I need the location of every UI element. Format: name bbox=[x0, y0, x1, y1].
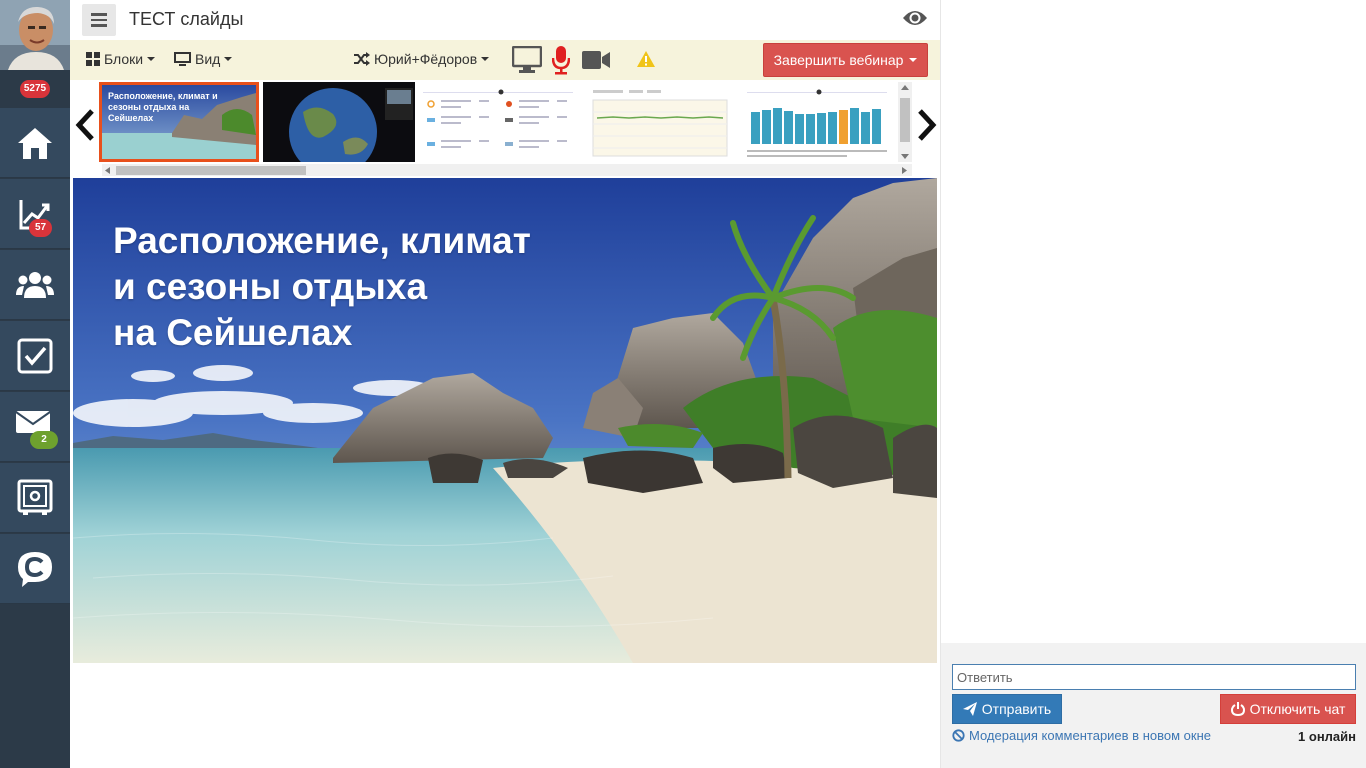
chevron-down-icon bbox=[481, 57, 490, 61]
scroll-left-icon[interactable] bbox=[104, 167, 110, 174]
sidebar-item-messages[interactable]: 2 bbox=[0, 392, 70, 462]
chat-c-icon bbox=[18, 551, 52, 587]
slide-thumbnails: Расположение, климат и сезоны отдыха на … bbox=[70, 80, 940, 178]
screen-share-button[interactable] bbox=[511, 45, 543, 79]
view-dropdown[interactable]: Вид bbox=[174, 51, 233, 67]
disable-chat-button[interactable]: Отключить чат bbox=[1220, 694, 1356, 724]
chevron-down-icon bbox=[224, 57, 233, 61]
eye-icon bbox=[903, 11, 927, 25]
desktop-icon bbox=[511, 45, 543, 73]
thumbnails-vertical-scrollbar[interactable] bbox=[898, 82, 912, 162]
presenter-dropdown[interactable]: Юрий+Фёдоров bbox=[354, 51, 490, 67]
video-camera-icon bbox=[582, 51, 610, 69]
hamburger-icon bbox=[91, 13, 107, 16]
ban-icon bbox=[952, 729, 965, 742]
sidebar-item-safe[interactable] bbox=[0, 463, 70, 533]
thumbnail-slide-2[interactable] bbox=[263, 82, 415, 162]
sidebar-item-tasks[interactable] bbox=[0, 321, 70, 391]
prev-slides-button[interactable] bbox=[74, 108, 96, 151]
avatar[interactable] bbox=[0, 0, 70, 70]
monitor-icon bbox=[174, 52, 191, 66]
moderation-link[interactable]: Модерация комментариев в новом окне bbox=[952, 728, 1211, 743]
grid-icon bbox=[86, 52, 100, 66]
left-sidebar: 5275 57 2 bbox=[0, 0, 70, 768]
messages-badge: 2 bbox=[30, 431, 58, 449]
earth-thumbnail-image bbox=[263, 82, 415, 162]
analytics-badge: 57 bbox=[29, 219, 53, 237]
warning-indicator[interactable] bbox=[636, 50, 656, 73]
reply-input[interactable] bbox=[952, 664, 1356, 690]
sidebar-item-analytics[interactable]: 57 bbox=[0, 179, 70, 249]
webinar-toolbar: Блоки Вид Юрий+Фёдоров Завершить вебинар bbox=[70, 40, 940, 80]
notifications-badge: 5275 bbox=[20, 80, 50, 98]
safe-icon bbox=[17, 479, 53, 515]
scroll-up-icon[interactable] bbox=[901, 84, 909, 90]
chevron-left-icon bbox=[75, 109, 94, 141]
end-webinar-button[interactable]: Завершить вебинар bbox=[763, 43, 928, 77]
sidebar-item-users[interactable] bbox=[0, 250, 70, 320]
scroll-down-icon[interactable] bbox=[901, 154, 909, 160]
blocks-dropdown[interactable]: Блоки bbox=[86, 51, 156, 67]
current-slide: Расположение, климат и сезоны отдыха на … bbox=[73, 178, 937, 663]
sidebar-item-chat[interactable] bbox=[0, 534, 70, 604]
send-button[interactable]: Отправить bbox=[952, 694, 1062, 724]
power-icon bbox=[1230, 702, 1245, 716]
thumbnail-slide-5[interactable] bbox=[739, 82, 895, 162]
chevron-down-icon bbox=[909, 58, 918, 62]
thumbnail-slide-3[interactable] bbox=[419, 82, 579, 162]
paper-plane-icon bbox=[962, 702, 977, 716]
thumbnails-horizontal-scrollbar[interactable] bbox=[102, 164, 912, 176]
header: ТЕСТ слайды bbox=[70, 0, 940, 40]
chat-panel: Отправить Отключить чат Модерация коммен… bbox=[940, 0, 1366, 768]
chat-reply-area: Отправить Отключить чат Модерация коммен… bbox=[941, 643, 1366, 768]
scroll-right-icon[interactable] bbox=[902, 167, 908, 174]
thumbnail-slide-4[interactable] bbox=[583, 82, 735, 162]
microphone-icon bbox=[551, 46, 571, 75]
hamburger-menu-button[interactable] bbox=[82, 4, 116, 36]
camera-button[interactable] bbox=[581, 50, 611, 75]
bar-chart-thumbnail-image bbox=[739, 82, 895, 162]
microphone-button[interactable] bbox=[551, 45, 571, 80]
preview-button[interactable] bbox=[902, 8, 928, 33]
slide-title: Расположение, климат и сезоны отдыха на … bbox=[113, 220, 531, 353]
page-title: ТЕСТ слайды bbox=[129, 9, 244, 29]
home-icon bbox=[18, 127, 52, 159]
sidebar-item-home[interactable] bbox=[0, 108, 70, 178]
thumbnail-slide-1-title: Расположение, климат и сезоны отдыха на … bbox=[108, 91, 218, 123]
weather-table-thumbnail-image bbox=[419, 82, 579, 162]
next-slides-button[interactable] bbox=[916, 108, 938, 151]
checkbox-icon bbox=[17, 338, 53, 373]
shuffle-icon bbox=[354, 52, 370, 66]
line-chart-thumbnail-image bbox=[583, 82, 735, 162]
online-count: 1 онлайн bbox=[1298, 729, 1356, 744]
warning-icon bbox=[637, 51, 655, 67]
users-icon bbox=[16, 271, 54, 298]
chevron-right-icon bbox=[918, 109, 937, 141]
thumbnail-slide-1[interactable]: Расположение, климат и сезоны отдыха на … bbox=[99, 82, 259, 162]
chevron-down-icon bbox=[147, 57, 156, 61]
